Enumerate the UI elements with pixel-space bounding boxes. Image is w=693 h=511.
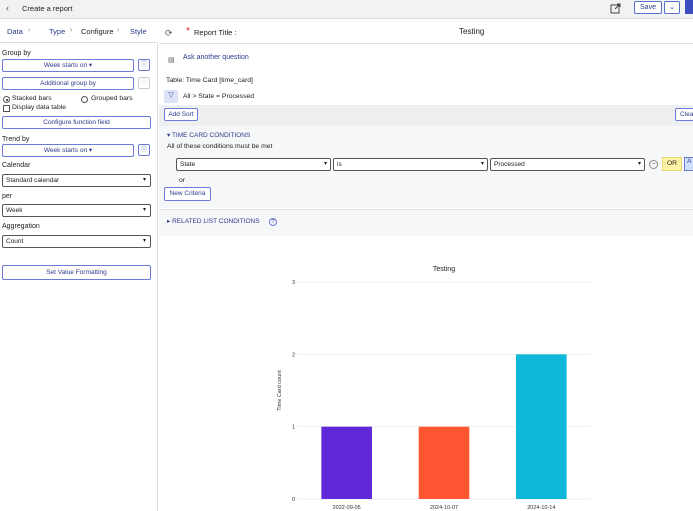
divider xyxy=(159,43,693,44)
stacked-bars-label: Stacked bars xyxy=(12,95,52,102)
report-title-label: Report Title : xyxy=(194,28,237,37)
bar xyxy=(418,426,470,499)
configure-function-field-button[interactable]: Configure function field xyxy=(2,116,151,129)
group-by-value: Week starts on xyxy=(43,62,88,69)
stacked-bars-radio[interactable] xyxy=(3,96,10,103)
condition-operator-value: is xyxy=(337,161,342,168)
time-card-conditions-toggle[interactable]: ▾ TIME CARD CONDITIONS xyxy=(167,131,250,139)
aggregation-label: Aggregation xyxy=(2,223,40,230)
additional-group-by-button[interactable]: Additional group by xyxy=(2,77,134,90)
chevron-right-icon: › xyxy=(70,27,73,34)
save-options-button[interactable]: ⌄ xyxy=(664,1,680,14)
page-title: Create a report xyxy=(22,4,73,13)
time-card-conditions-label: TIME CARD CONDITIONS xyxy=(171,132,251,139)
related-list-section: ▸ RELATED LIST CONDITIONS ? xyxy=(159,209,693,236)
aggregation-value: Count xyxy=(6,238,24,245)
per-label: per xyxy=(2,193,13,200)
caret-down-icon: ▾ xyxy=(142,177,146,183)
configure-panel: Group by Week starts on ▾ ⓘ Additional g… xyxy=(0,44,158,511)
table-name: Table: Time Card [time_card] xyxy=(166,77,253,84)
caret-down-icon: ▾ xyxy=(142,207,146,213)
tab-data[interactable]: Data xyxy=(7,27,23,36)
remove-condition-icon[interactable]: − xyxy=(649,160,658,169)
calendar-select[interactable]: Standard calendar ▾ xyxy=(2,174,151,187)
info-icon[interactable]: ⓘ xyxy=(138,144,150,156)
trend-by-value: Week starts on xyxy=(43,147,88,154)
tab-type[interactable]: Type xyxy=(49,27,65,36)
or-button[interactable]: OR xyxy=(662,157,682,171)
calendar-label: Calendar xyxy=(2,162,31,169)
aggregation-select[interactable]: Count ▾ xyxy=(2,235,151,248)
condition-value: Processed xyxy=(494,161,525,168)
bar-chart: Testing 0 1 2 3 Time Card count 2022-09-05 2024… xyxy=(277,266,590,511)
tab-style[interactable]: Style xyxy=(130,27,147,36)
chevron-right-icon: › xyxy=(28,27,31,34)
y-tick-label: 0 xyxy=(292,497,295,503)
sort-bar: Add Sort Clea xyxy=(159,105,693,126)
or-separator: or xyxy=(179,177,186,184)
report-main: ⟳ * Report Title : Testing ▤ Ask another… xyxy=(159,19,693,511)
display-data-table-checkbox[interactable] xyxy=(3,105,10,112)
report-tabs: Data › Type › Configure › Style xyxy=(0,19,158,43)
refresh-icon[interactable]: ⟳ xyxy=(165,28,173,39)
conditions-note: All of these conditions must be met xyxy=(167,143,273,150)
help-icon[interactable]: ? xyxy=(269,218,277,226)
trend-by-label: Trend by xyxy=(2,136,30,143)
condition-field-select[interactable]: State ▾ xyxy=(176,158,331,171)
info-icon[interactable]: ⓘ xyxy=(138,59,150,71)
new-criteria-button[interactable]: New Criteria xyxy=(164,187,211,201)
brand-accent xyxy=(685,0,693,14)
trend-by-select[interactable]: Week starts on ▾ xyxy=(2,144,134,157)
info-icon: ⓘ xyxy=(138,77,150,89)
x-tick-label: 2024-10-14 xyxy=(527,505,555,511)
condition-field-value: State xyxy=(180,161,196,168)
caret-down-icon: ▾ xyxy=(88,62,93,69)
add-sort-button[interactable]: Add Sort xyxy=(164,108,198,121)
caret-down-icon: ▾ xyxy=(323,161,327,167)
share-icon[interactable] xyxy=(610,3,621,14)
calendar-value: Standard calendar xyxy=(6,177,60,184)
bar xyxy=(321,426,372,499)
tab-configure[interactable]: Configure xyxy=(81,27,114,36)
ask-another-question-link[interactable]: Ask another question xyxy=(183,54,249,61)
chevron-right-icon: › xyxy=(117,27,120,34)
condition-operator-select[interactable]: is ▾ xyxy=(333,158,488,171)
save-button[interactable]: Save xyxy=(634,1,662,14)
filter-breadcrumb[interactable]: All > State = Processed xyxy=(183,93,254,100)
y-tick-label: 1 xyxy=(292,425,295,431)
caret-down-icon: ▾ xyxy=(637,161,641,167)
and-button[interactable]: A xyxy=(684,157,693,171)
group-by-select[interactable]: Week starts on ▾ xyxy=(2,59,134,72)
related-list-conditions-label: RELATED LIST CONDITIONS xyxy=(172,218,260,225)
x-tick-label: 2024-10-07 xyxy=(430,505,458,511)
caret-down-icon: ▾ xyxy=(142,238,146,244)
y-tick-label: 3 xyxy=(292,280,295,286)
filter-icon[interactable]: ▽ xyxy=(164,90,178,103)
caret-down-icon: ▾ xyxy=(88,147,93,154)
bar xyxy=(516,354,567,499)
per-value: Week xyxy=(6,207,23,214)
per-select[interactable]: Week ▾ xyxy=(2,204,151,217)
x-tick-label: 2022-09-05 xyxy=(333,505,361,511)
grouped-bars-label: Grouped bars xyxy=(91,95,133,102)
condition-value-select[interactable]: Processed ▾ xyxy=(490,158,645,171)
caret-down-icon: ▾ xyxy=(480,161,484,167)
chevron-left-icon[interactable]: ‹ xyxy=(6,3,9,13)
conditions-section: ▾ TIME CARD CONDITIONS All of these cond… xyxy=(159,126,693,208)
top-bar: ‹ Create a report Save ⌄ xyxy=(0,0,693,19)
y-axis-label: Time Card count xyxy=(277,370,283,411)
clear-button[interactable]: Clea xyxy=(675,108,693,121)
y-tick-label: 2 xyxy=(292,352,295,358)
display-data-table-label: Display data table xyxy=(12,104,67,111)
related-list-conditions-toggle[interactable]: ▸ RELATED LIST CONDITIONS xyxy=(167,217,260,225)
group-by-label: Group by xyxy=(2,50,31,57)
grouped-bars-radio[interactable] xyxy=(81,96,88,103)
required-marker: * xyxy=(186,26,190,37)
report-title-field[interactable]: Testing xyxy=(459,27,484,36)
chat-icon: ▤ xyxy=(168,57,175,64)
chart-title: Testing xyxy=(433,266,455,273)
set-value-formatting-button[interactable]: Set Value Formatting xyxy=(2,265,151,280)
